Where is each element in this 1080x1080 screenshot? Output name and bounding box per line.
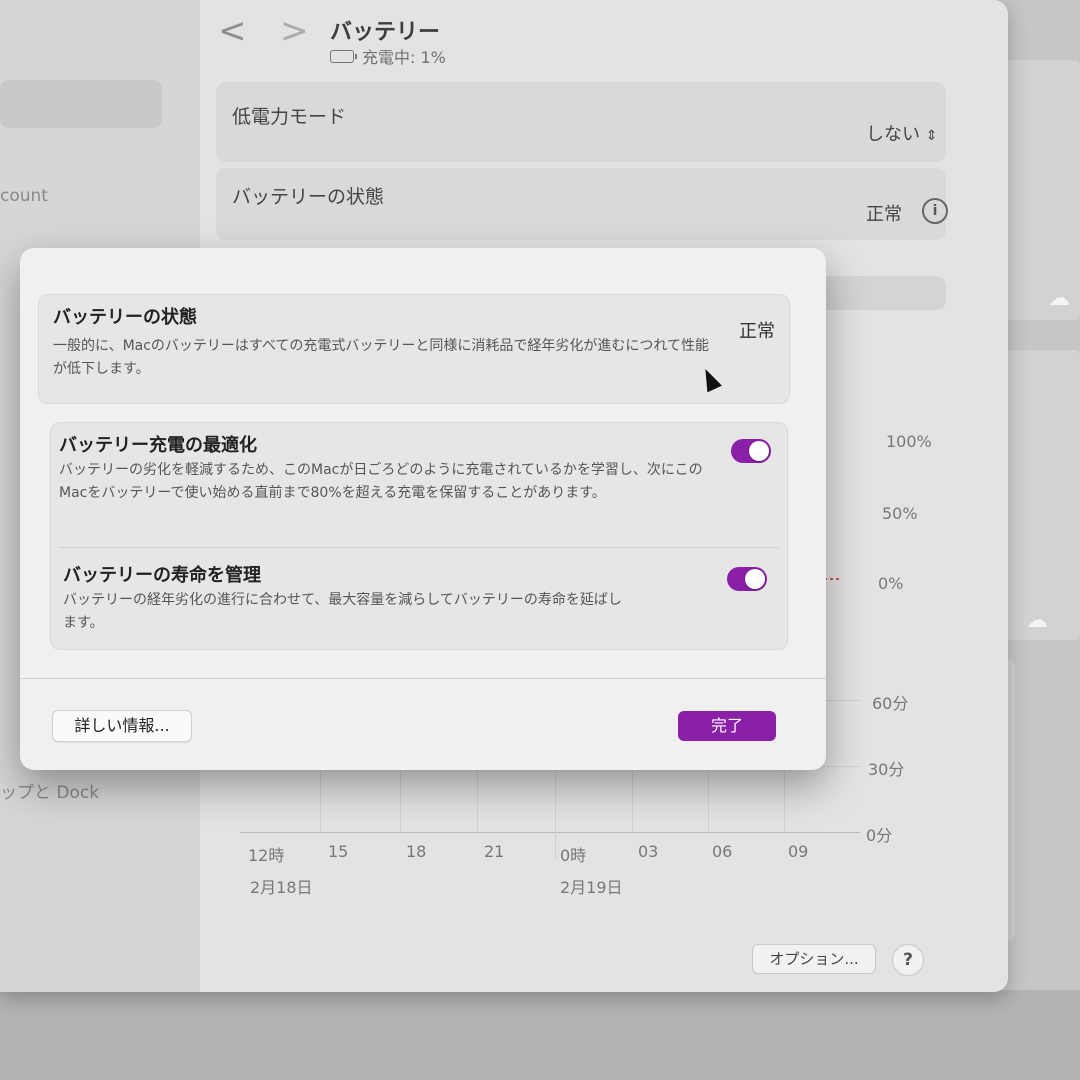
battery-health-label: バッテリーの状態 (232, 186, 385, 208)
info-icon[interactable]: i (922, 198, 948, 224)
low-power-select[interactable]: しない ⇕ (866, 120, 937, 146)
y-tick-level: 50% (882, 504, 918, 523)
help-button[interactable]: ? (892, 944, 924, 976)
low-power-label: 低電力モード (232, 106, 347, 128)
battery-health-value: 正常 (866, 204, 902, 225)
sidebar-selected-item[interactable] (0, 80, 162, 128)
health-description: 一般的に、Macのバッテリーはすべての充電式バッテリーと同様に消耗品で経年劣化が… (53, 338, 709, 377)
lifespan-description: バッテリーの経年劣化の進行に合わせて、最大容量を減らしてバッテリーの寿命を延ばし… (63, 592, 622, 631)
x-tick: 06 (712, 842, 733, 861)
y-tick-usage: 0分 (866, 826, 893, 845)
more-info-button[interactable]: 詳しい情報... (52, 710, 192, 742)
background-window (1000, 350, 1080, 640)
x-tick: 15 (328, 842, 349, 861)
health-title: バッテリーの状態 (53, 307, 197, 328)
chart-gridline (477, 770, 478, 832)
chart-baseline (240, 832, 860, 833)
done-button[interactable]: 完了 (678, 711, 776, 741)
optimized-charging-title: バッテリー充電の最適化 (59, 435, 257, 456)
lifespan-title: バッテリーの寿命を管理 (63, 565, 261, 586)
x-tick: 21 (484, 842, 505, 861)
charging-status: 充電中: 1% (330, 44, 446, 68)
desktop-bottom (0, 990, 1080, 1080)
sheet-divider (20, 678, 826, 679)
battery-health-row: バッテリーの状態 正常 i (216, 168, 948, 240)
chevron-updown-icon: ⇕ (925, 128, 938, 144)
forward-button[interactable]: > (280, 14, 309, 48)
x-tick: 03 (638, 842, 659, 861)
x-tick: 12時 (248, 846, 285, 865)
background-window (1000, 60, 1080, 320)
divider (59, 547, 779, 548)
chart-gridline (632, 770, 633, 832)
cloud-icon: ☁ (1048, 286, 1070, 311)
y-tick-level: 100% (886, 432, 932, 451)
chart-gridline (400, 770, 401, 832)
y-tick-usage: 60分 (872, 694, 909, 713)
charging-status-text: 充電中: 1% (362, 48, 446, 67)
page-title: バッテリー (330, 20, 441, 45)
date-label: 2月19日 (560, 878, 623, 897)
lifespan-toggle[interactable] (727, 567, 767, 591)
chart-gridline (320, 770, 321, 832)
health-value: 正常 (739, 321, 775, 342)
health-card: バッテリーの状態 正常 一般的に、Macのバッテリーはすべての充電式バッテリーと… (38, 294, 790, 404)
low-power-value: しない (866, 124, 920, 145)
toggle-knob (749, 441, 769, 461)
battery-health-sheet: バッテリーの状態 正常 一般的に、Macのバッテリーはすべての充電式バッテリーと… (20, 248, 826, 770)
charging-card: バッテリー充電の最適化 バッテリーの劣化を軽減するため、このMacが日ごろどのよ… (50, 422, 788, 650)
chart-gridline (708, 770, 709, 832)
optimized-charging-toggle[interactable] (731, 439, 771, 463)
chart-gridline (784, 770, 785, 832)
x-tick: 09 (788, 842, 809, 861)
toggle-knob (745, 569, 765, 589)
cloud-icon: ☁ (1026, 608, 1048, 633)
x-tick: 18 (406, 842, 427, 861)
date-label: 2月18日 (250, 878, 313, 897)
x-tick: 0時 (560, 846, 587, 865)
low-power-row: 低電力モード しない ⇕ (216, 82, 946, 162)
sidebar-item-dock[interactable]: ップと Dock (0, 778, 99, 803)
options-button[interactable]: オプション... (752, 944, 876, 974)
y-tick-level: 0% (878, 574, 904, 593)
optimized-charging-description: バッテリーの劣化を軽減するため、このMacが日ごろどのように充電されているかを学… (59, 462, 703, 501)
sidebar-item-account[interactable]: count (0, 186, 48, 206)
battery-icon (330, 49, 357, 63)
back-button[interactable]: < (218, 14, 247, 48)
y-tick-usage: 30分 (868, 760, 905, 779)
chart-gridline (555, 770, 556, 860)
